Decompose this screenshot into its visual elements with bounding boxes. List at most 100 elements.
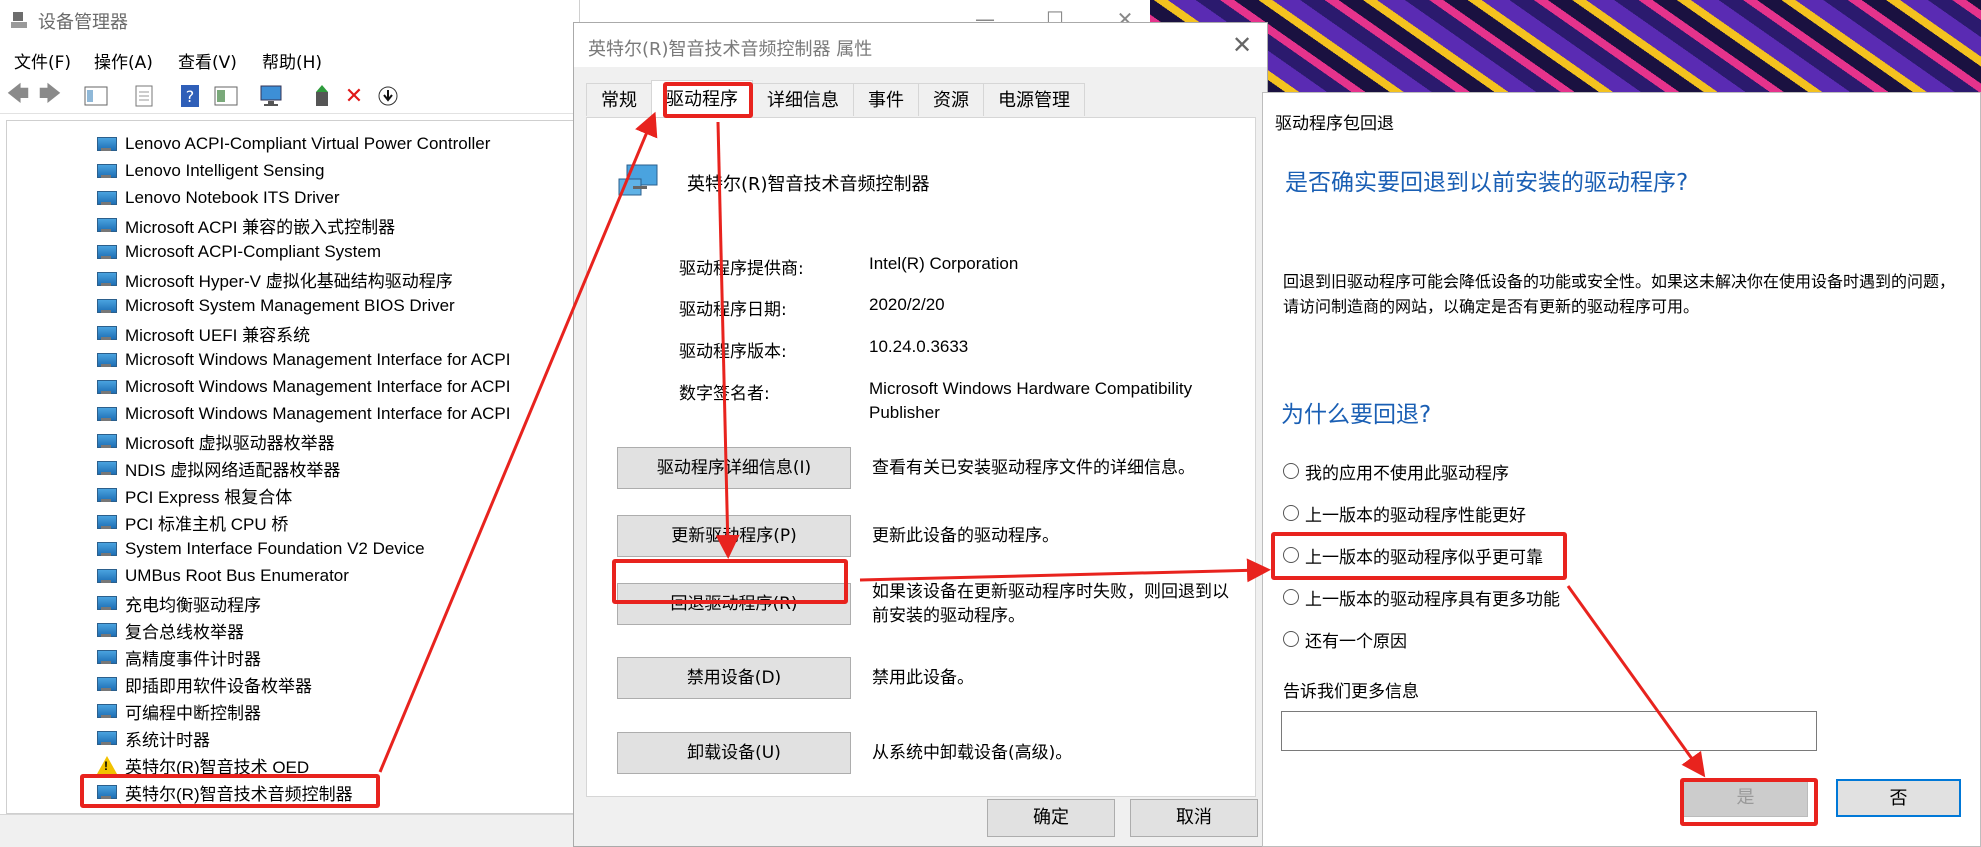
device-label: Lenovo ACPI-Compliant Virtual Power Cont… <box>125 134 491 153</box>
device-icon <box>97 163 117 179</box>
device-label: Lenovo Intelligent Sensing <box>125 161 325 180</box>
more-info-label: 告诉我们更多信息 <box>1283 682 1419 702</box>
radio-button[interactable] <box>1283 463 1299 479</box>
toolbar: 🡄 🡆 ? ✕ <box>0 78 580 114</box>
radio-button[interactable] <box>1283 505 1299 521</box>
device-label: Microsoft ACPI-Compliant System <box>125 242 382 261</box>
device-label: Microsoft Windows Management Interface f… <box>125 404 511 423</box>
details-view-icon[interactable] <box>212 82 240 110</box>
device-tree-item[interactable]: Microsoft UEFI 兼容系统 <box>97 320 310 346</box>
device-label: Microsoft System Management BIOS Driver <box>125 296 455 315</box>
device-label: 复合总线枚举器 <box>125 622 244 642</box>
back-arrow-icon[interactable]: 🡄 <box>4 82 32 110</box>
device-tree-item[interactable]: Lenovo Notebook ITS Driver <box>97 185 340 211</box>
device-tree-item[interactable]: Microsoft Windows Management Interface f… <box>97 374 511 400</box>
device-tree-item[interactable]: 即插即用软件设备枚举器 <box>97 671 312 697</box>
add-driver-icon[interactable] <box>308 82 336 110</box>
device-tree-item[interactable]: 可编程中断控制器 <box>97 698 261 724</box>
device-icon <box>97 190 117 206</box>
device-tree-item[interactable]: Lenovo ACPI-Compliant Virtual Power Cont… <box>97 131 490 157</box>
ok-button[interactable]: 确定 <box>987 799 1115 837</box>
date-value: 2020/2/20 <box>869 295 945 314</box>
device-tree-item[interactable]: PCI Express 根复合体 <box>97 482 292 508</box>
reason-label: 我的应用不使用此驱动程序 <box>1305 463 1509 484</box>
device-label: PCI Express 根复合体 <box>125 487 293 507</box>
device-label: 充电均衡驱动程序 <box>125 595 261 615</box>
document-icon[interactable] <box>130 82 158 110</box>
tab-details[interactable]: 详细信息 <box>752 83 854 116</box>
menu-action[interactable]: 操作(A) <box>94 48 153 73</box>
device-icon <box>97 703 117 719</box>
device-tree-item[interactable]: Microsoft ACPI 兼容的嵌入式控制器 <box>97 212 395 238</box>
why-rollback-heading: 为什么要回退? <box>1281 402 1432 428</box>
menu-bar: 文件(F) 操作(A) 查看(V) 帮助(H) <box>0 44 580 74</box>
device-tree-item[interactable]: 充电均衡驱动程序 <box>97 590 261 616</box>
close-icon[interactable]: ✕ <box>1224 29 1260 61</box>
device-icon <box>97 460 117 476</box>
device-icon <box>97 325 117 341</box>
device-tree-item[interactable]: Microsoft Hyper-V 虚拟化基础结构驱动程序 <box>97 266 453 292</box>
menu-file[interactable]: 文件(F) <box>14 48 71 73</box>
download-icon[interactable] <box>374 82 402 110</box>
menu-help[interactable]: 帮助(H) <box>262 48 322 73</box>
device-icon <box>97 487 117 503</box>
menu-view[interactable]: 查看(V) <box>178 48 237 73</box>
device-tree-item[interactable]: Lenovo Intelligent Sensing <box>97 158 324 184</box>
more-info-input[interactable] <box>1281 711 1817 751</box>
device-tree-item[interactable]: System Interface Foundation V2 Device <box>97 536 425 562</box>
status-bar <box>0 814 580 847</box>
device-tree-item[interactable]: Microsoft System Management BIOS Driver <box>97 293 455 319</box>
device-tree-item[interactable]: Microsoft Windows Management Interface f… <box>97 347 511 373</box>
reason-option-4[interactable]: 上一版本的驱动程序具有更多功能 <box>1283 585 1560 610</box>
device-icon <box>97 406 117 422</box>
remove-device-icon[interactable]: ✕ <box>340 82 368 110</box>
device-icon <box>97 271 117 287</box>
device-tree-item[interactable]: 高精度事件计时器 <box>97 644 261 670</box>
device-tree-item[interactable]: UMBus Root Bus Enumerator <box>97 563 349 589</box>
device-tree-item[interactable]: 复合总线枚举器 <box>97 617 244 643</box>
update-driver-button[interactable]: 更新驱动程序(P) <box>617 515 851 557</box>
dialog-title: 英特尔(R)智音技术音频控制器 属性 <box>588 39 873 60</box>
device-label: Microsoft ACPI 兼容的嵌入式控制器 <box>125 217 396 237</box>
update-driver-desc: 更新此设备的驱动程序。 <box>872 526 1059 546</box>
rollback-explanation: 回退到旧驱动程序可能会降低设备的功能或安全性。如果这未解决你在使用设备时遇到的问… <box>1283 272 1956 316</box>
reason-option-5[interactable]: 还有一个原因 <box>1283 627 1407 652</box>
device-icon <box>97 217 117 233</box>
help-icon[interactable]: ? <box>176 82 204 110</box>
device-tree-item[interactable]: Microsoft ACPI-Compliant System <box>97 239 381 265</box>
cancel-button[interactable]: 取消 <box>1130 799 1258 837</box>
tab-general[interactable]: 常规 <box>586 83 652 116</box>
disable-device-button[interactable]: 禁用设备(D) <box>617 657 851 699</box>
device-tree-item[interactable]: Microsoft Windows Management Interface f… <box>97 401 511 427</box>
device-icon <box>97 352 117 368</box>
disable-device-desc: 禁用此设备。 <box>872 668 974 688</box>
driver-details-button[interactable]: 驱动程序详细信息(I) <box>617 447 851 489</box>
radio-button[interactable] <box>1283 589 1299 605</box>
monitor-scan-icon[interactable] <box>258 82 286 110</box>
warning-device-icon <box>97 756 117 774</box>
reason-option-1[interactable]: 我的应用不使用此驱动程序 <box>1283 459 1509 484</box>
device-label: System Interface Foundation V2 Device <box>125 539 425 558</box>
no-button[interactable]: 否 <box>1836 779 1961 817</box>
reason-option-2[interactable]: 上一版本的驱动程序性能更好 <box>1283 501 1526 526</box>
device-name: 英特尔(R)智音技术音频控制器 <box>687 174 930 195</box>
device-tree-item[interactable]: Microsoft 虚拟驱动器枚举器 <box>97 428 335 454</box>
highlight-driver-tab <box>663 82 753 118</box>
device-tree-item[interactable]: NDIS 虚拟网络适配器枚举器 <box>97 455 340 481</box>
device-tree-item[interactable]: PCI 标准主机 CPU 桥 <box>97 509 288 535</box>
tab-power-management[interactable]: 电源管理 <box>983 83 1085 116</box>
uninstall-device-button[interactable]: 卸载设备(U) <box>617 732 851 774</box>
device-label: 可编程中断控制器 <box>125 703 261 723</box>
forward-arrow-icon[interactable]: 🡆 <box>36 82 64 110</box>
tab-events[interactable]: 事件 <box>853 83 919 116</box>
rollback-driver-desc: 如果该设备在更新驱动程序时失败，则回退到以前安装的驱动程序。 <box>872 582 1229 626</box>
window-title: 设备管理器 <box>38 12 128 33</box>
device-tree-item[interactable]: 系统计时器 <box>97 725 210 751</box>
device-icon <box>97 136 117 152</box>
rollback-question: 是否确实要回退到以前安装的驱动程序? <box>1285 170 1689 196</box>
tab-resources[interactable]: 资源 <box>918 83 984 116</box>
version-label: 驱动程序版本: <box>679 342 787 362</box>
provider-label: 驱动程序提供商: <box>679 259 804 279</box>
radio-button[interactable] <box>1283 631 1299 647</box>
properties-view-icon[interactable] <box>82 82 110 110</box>
